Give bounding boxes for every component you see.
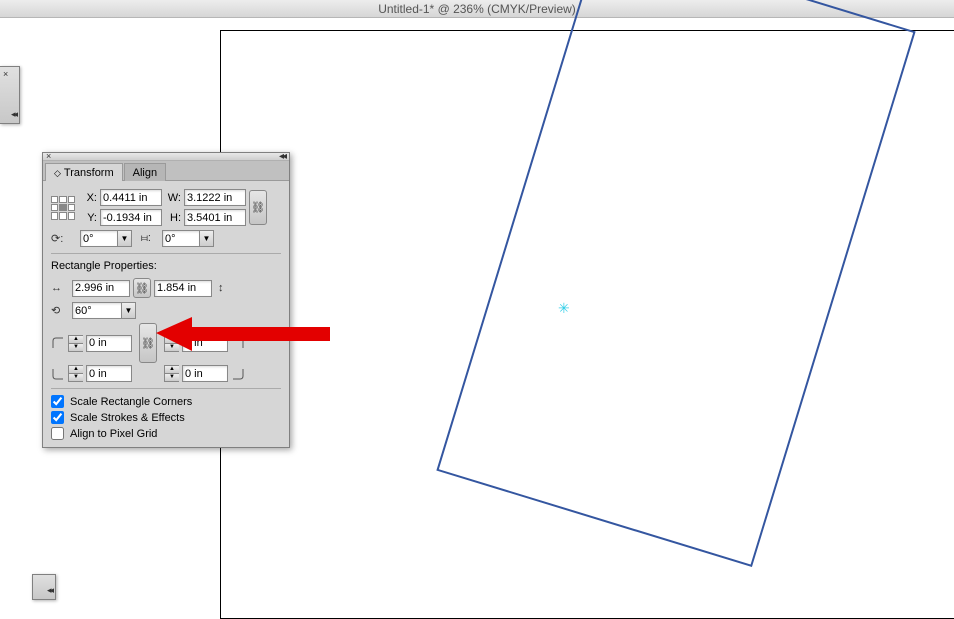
corner-tl-icon xyxy=(51,335,65,352)
corner-bl-stepper[interactable]: ▲▼ xyxy=(68,365,83,382)
panel-tabs: ◇Transform Align xyxy=(43,161,289,181)
rect-angle-dropdown[interactable]: ▼ xyxy=(122,302,136,319)
collapse-icon[interactable]: ◂◂ xyxy=(279,151,285,162)
y-label: Y: xyxy=(81,212,97,224)
corner-br-stepper[interactable]: ▲▼ xyxy=(164,365,179,382)
x-label: X: xyxy=(81,192,97,204)
y-input[interactable] xyxy=(100,209,162,226)
position-row: X: W: Y: H: ⛓ xyxy=(51,189,281,226)
rect-height-input[interactable] xyxy=(154,280,212,297)
collapsed-panel-1[interactable]: × ◂◂ xyxy=(0,66,20,124)
scale-strokes-label: Scale Strokes & Effects xyxy=(70,412,185,424)
rect-angle-input[interactable] xyxy=(72,302,122,319)
align-pixel-grid-label: Align to Pixel Grid xyxy=(70,428,157,440)
corner-bl-icon xyxy=(51,365,65,382)
align-pixel-grid-checkbox[interactable]: Align to Pixel Grid xyxy=(51,427,281,440)
center-point-icon: ✳ xyxy=(558,300,570,317)
close-icon[interactable]: × xyxy=(3,69,8,79)
corner-row-2: ▲▼ ▲▼ xyxy=(51,365,281,382)
corner-row-1: ▲▼ ⛓ ▲▼ xyxy=(51,323,281,363)
tab-align[interactable]: Align xyxy=(124,163,166,181)
shear-input[interactable] xyxy=(162,230,200,247)
rotate-dropdown[interactable]: ▼ xyxy=(118,230,132,247)
rect-width-input[interactable] xyxy=(72,280,130,297)
selected-rectangle[interactable] xyxy=(436,0,915,567)
w-label: W: xyxy=(165,192,181,204)
tab-transform[interactable]: ◇Transform xyxy=(45,163,123,181)
corner-br-icon xyxy=(231,365,245,382)
corner-tr-input[interactable] xyxy=(182,335,228,352)
angle-icon: ⟲ xyxy=(51,304,69,317)
artboard[interactable] xyxy=(220,30,954,619)
corner-br-input[interactable] xyxy=(182,365,228,382)
corner-tr-stepper[interactable]: ▲▼ xyxy=(164,335,179,352)
corner-bl-input[interactable] xyxy=(86,365,132,382)
h-label: H: xyxy=(165,212,181,224)
reference-point-grid[interactable] xyxy=(51,196,75,220)
h-input[interactable] xyxy=(184,209,246,226)
chevron-icon[interactable]: ◂◂ xyxy=(47,585,52,596)
width-icon: ↔ xyxy=(51,282,69,294)
constrain-rect-button[interactable]: ⛓ xyxy=(133,278,151,298)
rotate-input[interactable] xyxy=(80,230,118,247)
rect-angle-row: ⟲ ▼ xyxy=(51,302,281,319)
rotate-shear-row: ⟳: ▼ ⧦: ▼ xyxy=(51,230,281,247)
transform-panel: × ◂◂ ◇Transform Align X: W: Y: xyxy=(42,152,290,448)
rect-size-row: ↔ ⛓ ↕ xyxy=(51,278,281,298)
scale-corners-label: Scale Rectangle Corners xyxy=(70,396,192,408)
x-input[interactable] xyxy=(100,189,162,206)
divider xyxy=(51,253,281,254)
constrain-wh-button[interactable]: ⛓ xyxy=(249,190,267,225)
scale-strokes-checkbox[interactable]: Scale Strokes & Effects xyxy=(51,411,281,424)
scale-corners-checkbox[interactable]: Scale Rectangle Corners xyxy=(51,395,281,408)
height-icon: ↕ xyxy=(218,282,236,294)
corner-tr-icon xyxy=(231,335,245,352)
shear-dropdown[interactable]: ▼ xyxy=(200,230,214,247)
panel-header: × ◂◂ xyxy=(43,153,289,161)
collapsed-panel-2[interactable]: ◂◂ xyxy=(32,574,56,600)
shear-icon: ⧦: xyxy=(141,232,159,245)
rect-props-title: Rectangle Properties: xyxy=(51,260,281,272)
corner-tl-stepper[interactable]: ▲▼ xyxy=(68,335,83,352)
divider xyxy=(51,388,281,389)
rotate-icon: ⟳: xyxy=(51,232,77,245)
corner-tl-input[interactable] xyxy=(86,335,132,352)
close-icon[interactable]: × xyxy=(46,151,51,161)
constrain-corners-button[interactable]: ⛓ xyxy=(139,323,157,363)
w-input[interactable] xyxy=(184,189,246,206)
chevron-icon[interactable]: ◂◂ xyxy=(11,109,16,120)
